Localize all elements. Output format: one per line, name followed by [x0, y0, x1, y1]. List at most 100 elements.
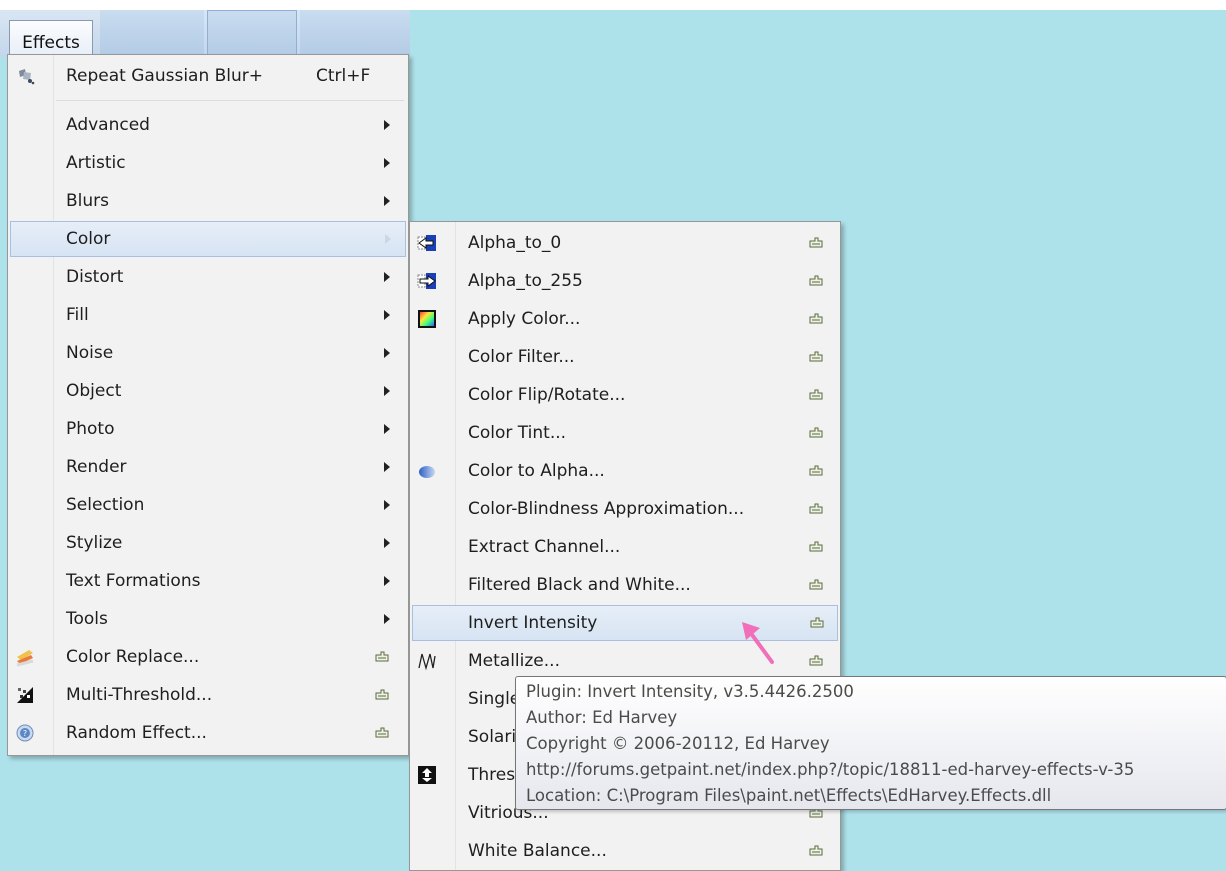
- submenu-item-object[interactable]: Object: [10, 373, 406, 409]
- tooltip-url-line: http://forums.getpaint.net/index.php?/to…: [526, 760, 1135, 779]
- menu-item-label: Render: [66, 457, 127, 477]
- submenu-item-tools[interactable]: Tools: [10, 601, 406, 637]
- menu-item-label: Invert Intensity: [468, 613, 598, 633]
- color-to-alpha-icon: [419, 466, 435, 478]
- color-item-color-to-alpha[interactable]: Color to Alpha...: [412, 453, 838, 489]
- menu-item-label: Random Effect...: [66, 723, 207, 743]
- submenu-arrow-icon: [384, 272, 390, 282]
- color-item-white-balance[interactable]: White Balance...: [412, 833, 838, 869]
- menu-item-label: Alpha_to_255: [468, 271, 583, 291]
- color-item-color-filter[interactable]: Color Filter...: [412, 339, 838, 375]
- menu-item-label: Color: [66, 229, 111, 249]
- menu-item-label: Solari: [468, 727, 517, 747]
- menu-item-label: Tools: [66, 609, 108, 629]
- submenu-item-photo[interactable]: Photo: [10, 411, 406, 447]
- submenu-item-color[interactable]: Color: [10, 221, 406, 257]
- plugin-icon: [809, 389, 823, 400]
- submenu-item-text-formations[interactable]: Text Formations: [10, 563, 406, 599]
- menu-item-multi-threshold[interactable]: Multi-Threshold...: [10, 677, 406, 713]
- submenu-item-blurs[interactable]: Blurs: [10, 183, 406, 219]
- menu-item-label: Thres: [468, 765, 516, 785]
- menu-item-label: Object: [66, 381, 122, 401]
- submenu-item-artistic[interactable]: Artistic: [10, 145, 406, 181]
- alpha-to-0-icon: [417, 235, 436, 251]
- submenu-item-distort[interactable]: Distort: [10, 259, 406, 295]
- menu-item-label: Repeat Gaussian Blur+: [66, 66, 264, 86]
- menu-separator: [56, 100, 404, 101]
- tooltip-plugin-line: Plugin: Invert Intensity, v3.5.4426.2500: [526, 682, 854, 701]
- menu-item-label: Color Filter...: [468, 347, 575, 367]
- submenu-arrow-icon: [384, 576, 390, 586]
- menu-item-random-effect[interactable]: ? Random Effect...: [10, 715, 406, 751]
- submenu-item-noise[interactable]: Noise: [10, 335, 406, 371]
- submenu-arrow-icon: [384, 500, 390, 510]
- color-item-alpha-to-255[interactable]: Alpha_to_255: [412, 263, 838, 299]
- plugin-icon: [809, 351, 823, 362]
- menu-item-label: Blurs: [66, 191, 110, 211]
- menu-item-label: Alpha_to_0: [468, 233, 562, 253]
- menu-item-label: Noise: [66, 343, 114, 363]
- plugin-icon: [809, 237, 823, 248]
- menu-item-label: Filtered Black and White...: [468, 575, 691, 595]
- submenu-item-selection[interactable]: Selection: [10, 487, 406, 523]
- tooltip-copyright-line: Copyright © 2006-20112, Ed Harvey: [526, 734, 830, 753]
- menu-item-label: Apply Color...: [468, 309, 581, 329]
- plugin-icon: [809, 655, 823, 666]
- menu-item-label: White Balance...: [468, 841, 607, 861]
- menu-item-label: Color Replace...: [66, 647, 200, 667]
- menu-item-label: Extract Channel...: [468, 537, 621, 557]
- submenu-item-advanced[interactable]: Advanced: [10, 107, 406, 143]
- plugin-icon: [809, 579, 823, 590]
- tooltip-location-line: Location: C:\Program Files\paint.net\Eff…: [526, 786, 1052, 805]
- color-item-color-blindness-approximation[interactable]: Color-Blindness Approximation...: [412, 491, 838, 527]
- plugin-icon: [809, 427, 823, 438]
- submenu-arrow-icon: [384, 310, 390, 320]
- menu-item-label: Advanced: [66, 115, 150, 135]
- menu-item-label: Color-Blindness Approximation...: [468, 499, 745, 519]
- plugin-icon: [809, 313, 823, 324]
- menu-item-label: Distort: [66, 267, 124, 287]
- toolbar-button-ghost: [207, 10, 297, 57]
- submenu-arrow-icon: [384, 614, 390, 624]
- toolbar-button-ghost: [300, 10, 410, 57]
- menu-item-color-replace[interactable]: Color Replace...: [10, 639, 406, 675]
- plugin-icon: [375, 689, 389, 700]
- submenu-item-render[interactable]: Render: [10, 449, 406, 485]
- submenu-arrow-icon: [384, 424, 390, 434]
- menu-item-repeat-gaussian-blur[interactable]: Repeat Gaussian Blur+ Ctrl+F: [10, 58, 406, 94]
- color-item-color-flip-rotate[interactable]: Color Flip/Rotate...: [412, 377, 838, 413]
- menu-item-label: Stylize: [66, 533, 123, 553]
- plugin-icon: [375, 651, 389, 662]
- menu-item-label: Artistic: [66, 153, 126, 173]
- submenu-arrow-icon: [384, 348, 390, 358]
- color-item-color-tint[interactable]: Color Tint...: [412, 415, 838, 451]
- submenu-arrow-icon: [384, 120, 390, 130]
- menu-item-label: Selection: [66, 495, 145, 515]
- menu-item-label: Single: [468, 689, 521, 709]
- plugin-icon: [375, 727, 389, 738]
- threshold-icon: [418, 766, 436, 784]
- color-item-extract-channel[interactable]: Extract Channel...: [412, 529, 838, 565]
- plugin-icon: [809, 845, 823, 856]
- submenu-arrow-icon: [385, 234, 391, 244]
- tooltip-author-line: Author: Ed Harvey: [526, 708, 678, 727]
- plugin-icon: [810, 617, 824, 628]
- metallize-icon: [418, 653, 436, 671]
- menu-item-label: Photo: [66, 419, 115, 439]
- menu-bar: Effects: [0, 10, 410, 64]
- menu-item-label: Metallize...: [468, 651, 560, 671]
- plugin-icon: [809, 465, 823, 476]
- submenu-arrow-icon: [384, 158, 390, 168]
- gaussian-blur-icon: [19, 69, 35, 85]
- color-item-apply-color[interactable]: Apply Color...: [412, 301, 838, 337]
- submenu-item-stylize[interactable]: Stylize: [10, 525, 406, 561]
- random-effect-icon: ?: [16, 724, 34, 742]
- color-item-filtered-black-and-white[interactable]: Filtered Black and White...: [412, 567, 838, 603]
- color-item-alpha-to-0[interactable]: Alpha_to_0: [412, 225, 838, 261]
- annotation-arrow-icon: [742, 622, 774, 664]
- menu-item-label: Color Flip/Rotate...: [468, 385, 626, 405]
- menu-item-label: Fill: [66, 305, 89, 325]
- color-replace-icon: [16, 650, 34, 667]
- submenu-item-fill[interactable]: Fill: [10, 297, 406, 333]
- menu-item-label: Text Formations: [66, 571, 201, 591]
